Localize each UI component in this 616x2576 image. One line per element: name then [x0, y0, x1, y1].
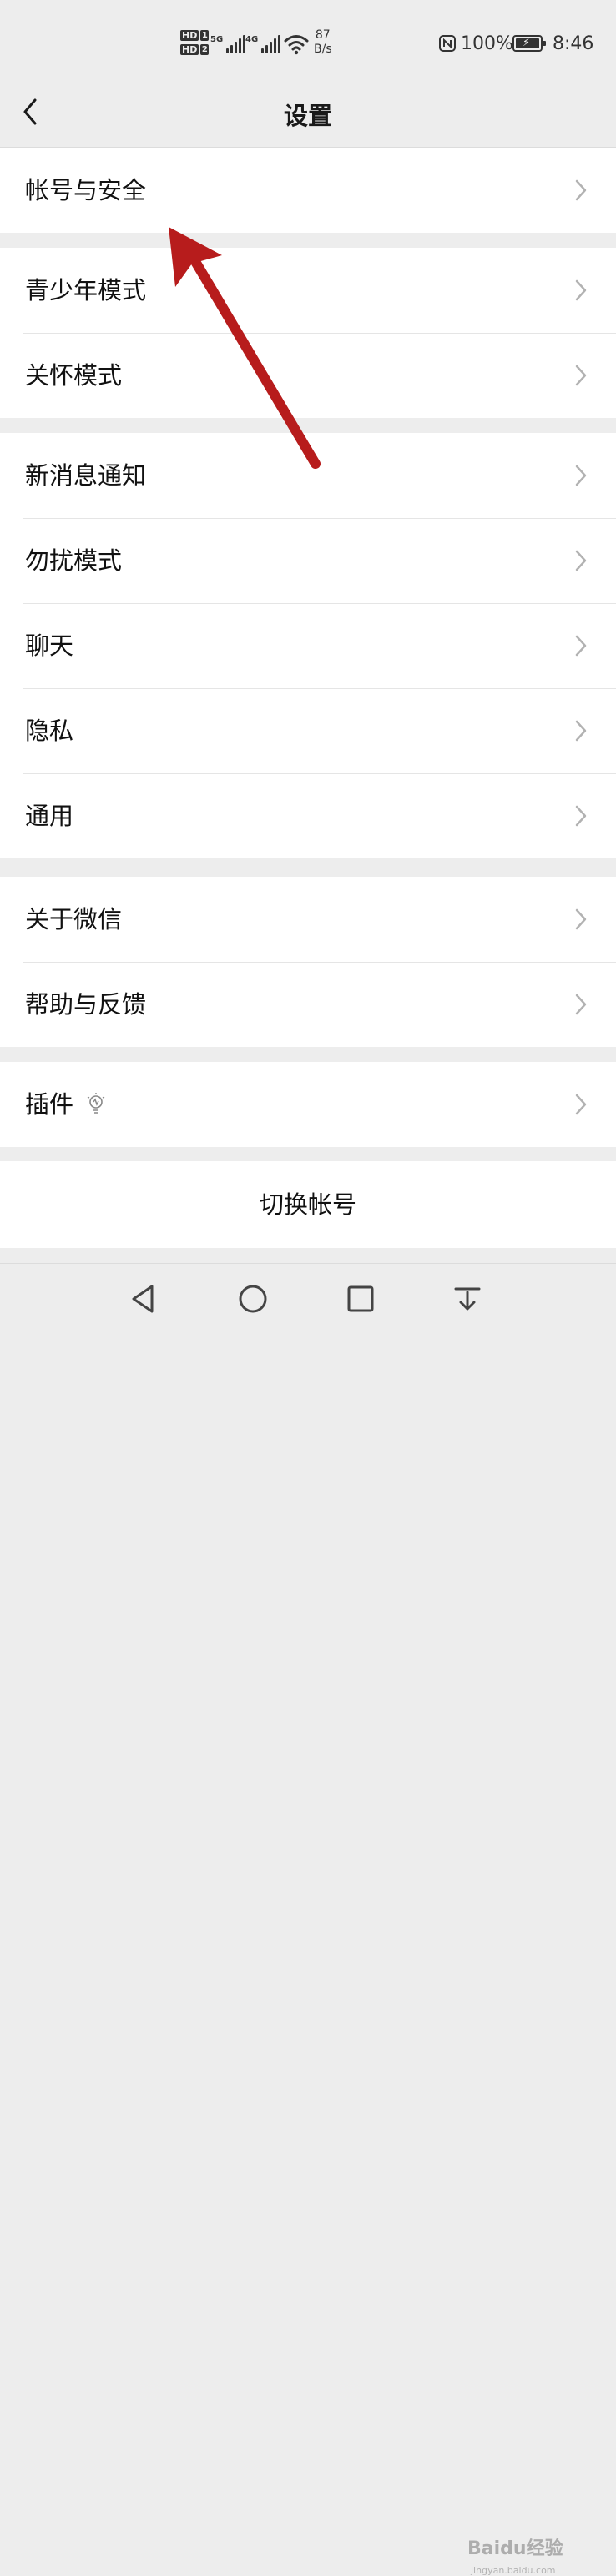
title-bar: 设置 [0, 83, 616, 148]
clock: 8:46 [553, 33, 594, 54]
chevron-right-icon [575, 994, 587, 1015]
chevron-right-icon [575, 805, 587, 827]
watermark-url: jingyan.baidu.com [471, 2565, 556, 2576]
menu-item-label: 聊天 [25, 631, 74, 660]
watermark: Baidu经验 [467, 2538, 563, 2559]
menu-item-label: 青少年模式 [25, 276, 147, 304]
volte-indicators: HD 1 HD 2 [180, 30, 210, 55]
settings-group-general: 新消息通知 勿扰模式 聊天 隐私 通用 [0, 433, 616, 858]
lightbulb-icon [87, 1093, 105, 1114]
chevron-right-icon [575, 635, 587, 657]
system-nav-bar: Baidu经验 jingyan.baidu.com [0, 1263, 616, 2576]
signal-icon-sim2: 4G [245, 35, 281, 53]
hd-indicator-1: HD 1 [180, 30, 210, 41]
nav-back-icon[interactable] [127, 1282, 160, 1316]
nfc-icon [439, 35, 456, 52]
menu-item-care-mode[interactable]: 关怀模式 [0, 333, 616, 418]
hd-indicator-2: HD 2 [180, 44, 210, 55]
menu-item-label: 帐号与安全 [25, 176, 147, 204]
network-speed: 87 B/s [314, 28, 332, 56]
switch-account-section: 切换帐号 [0, 1161, 616, 1248]
nav-home-icon[interactable] [236, 1282, 270, 1316]
chevron-right-icon [575, 465, 587, 486]
status-bar: HD 1 HD 2 5G 4G 87 B/s 100% ⚡ 8:46 [0, 0, 616, 83]
chevron-right-icon [575, 908, 587, 930]
nav-notification-pull-icon[interactable] [451, 1282, 484, 1316]
menu-item-label: 关于微信 [25, 905, 123, 933]
menu-item-teen-mode[interactable]: 青少年模式 [0, 248, 616, 333]
settings-group-plugins: 插件 [0, 1062, 616, 1147]
nav-recents-icon[interactable] [344, 1282, 377, 1316]
battery-percent: 100% [461, 33, 513, 54]
page-title: 设置 [283, 102, 332, 130]
chevron-right-icon [575, 1094, 587, 1115]
menu-item-label: 通用 [25, 802, 74, 830]
menu-item-chat[interactable]: 聊天 [0, 603, 616, 688]
menu-item-about-wechat[interactable]: 关于微信 [0, 877, 616, 962]
menu-item-do-not-disturb[interactable]: 勿扰模式 [0, 518, 616, 603]
battery-charging-icon: ⚡ [512, 35, 546, 52]
menu-item-privacy[interactable]: 隐私 [0, 688, 616, 773]
chevron-right-icon [575, 179, 587, 201]
menu-item-account-security[interactable]: 帐号与安全 [0, 148, 616, 233]
chevron-right-icon [575, 365, 587, 386]
menu-item-label: 插件 [25, 1090, 74, 1119]
chevron-right-icon [575, 720, 587, 742]
menu-item-label: 隐私 [25, 717, 74, 745]
settings-group-modes: 青少年模式 关怀模式 [0, 248, 616, 418]
menu-item-new-message-notifications[interactable]: 新消息通知 [0, 433, 616, 518]
menu-item-help-feedback[interactable]: 帮助与反馈 [0, 962, 616, 1047]
switch-account-button[interactable]: 切换帐号 [0, 1161, 616, 1248]
menu-item-plugins[interactable]: 插件 [0, 1062, 616, 1147]
settings-group-account: 帐号与安全 [0, 148, 616, 233]
menu-item-label: 帮助与反馈 [25, 990, 147, 1019]
settings-group-about: 关于微信 帮助与反馈 [0, 877, 616, 1047]
menu-item-label: 新消息通知 [25, 461, 147, 490]
chevron-right-icon [575, 550, 587, 571]
menu-item-label: 关怀模式 [25, 361, 123, 390]
menu-item-label: 勿扰模式 [25, 546, 123, 575]
menu-item-general[interactable]: 通用 [0, 773, 616, 858]
signal-icon-sim1: 5G [210, 35, 246, 53]
chevron-right-icon [575, 279, 587, 301]
wifi-icon [284, 35, 309, 55]
